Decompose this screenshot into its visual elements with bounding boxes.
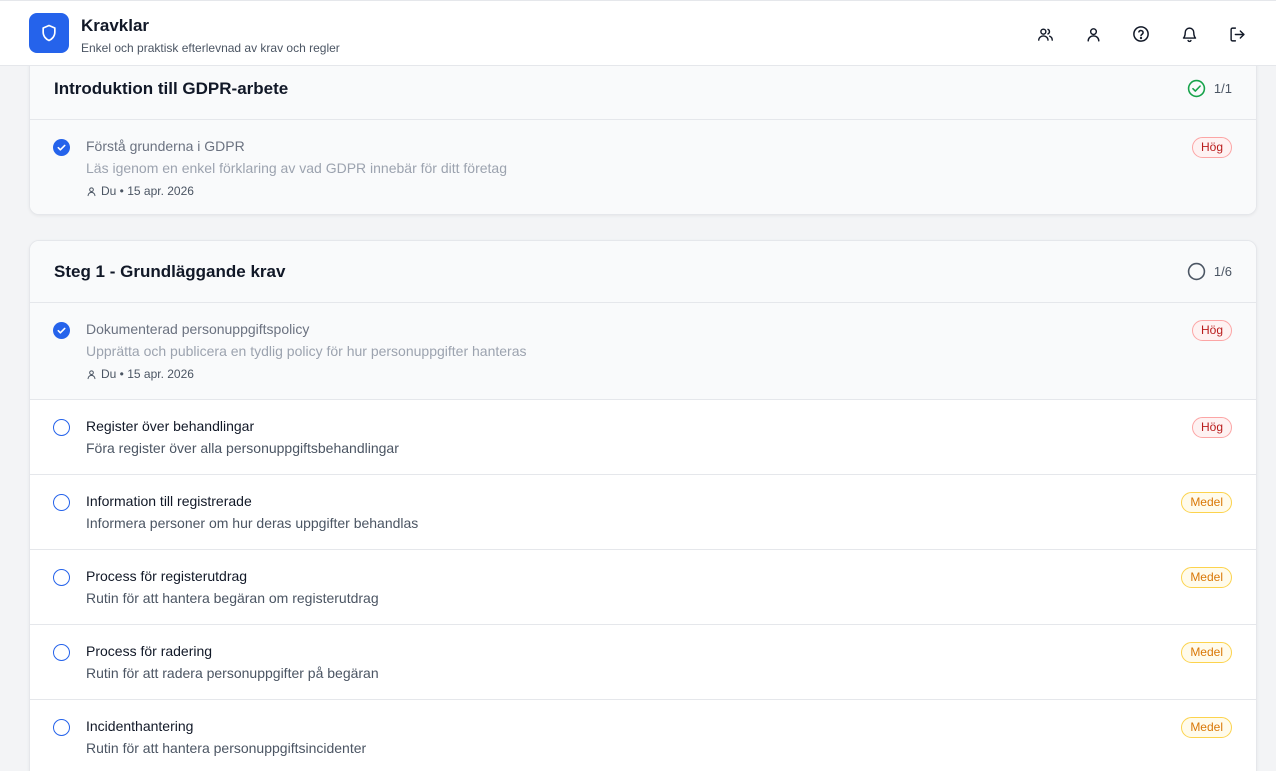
section-card-intro: Introduktion till GDPR-arbete 1/1 Förstå… <box>29 44 1257 215</box>
priority-badge: Hög <box>1191 320 1232 341</box>
check-circle-icon <box>1187 79 1206 98</box>
section-progress: 1/6 <box>1187 262 1232 281</box>
item-description: Föra register över alla personuppgiftsbe… <box>86 440 399 456</box>
logout-icon[interactable] <box>1225 22 1249 46</box>
item-title: Register över behandlingar <box>86 418 255 434</box>
priority-badge: Hög <box>1191 137 1232 158</box>
user-icon[interactable] <box>1081 22 1105 46</box>
user-small-icon <box>87 369 96 379</box>
item-title: Förstå grunderna i GDPR <box>86 138 245 154</box>
checkbox-unchecked-icon[interactable] <box>53 569 70 586</box>
app-subtitle: Enkel och praktisk efterlevnad av krav o… <box>81 41 340 55</box>
list-item[interactable]: Information till registrerade Informera … <box>30 475 1256 550</box>
item-description: Rutin för att hantera begäran om registe… <box>86 590 379 606</box>
item-description: Upprätta och publicera en tydlig policy … <box>86 343 527 359</box>
section-card-steg1: Steg 1 - Grundläggande krav 1/6 Dokument… <box>29 240 1257 771</box>
list-item[interactable]: Process för registerutdrag Rutin för att… <box>30 550 1256 625</box>
progress-count: 1/6 <box>1213 264 1232 279</box>
item-description: Rutin för att hantera personuppgiftsinci… <box>86 740 367 756</box>
item-title: Dokumenterad personuppgiftspolicy <box>86 321 310 337</box>
priority-badge: Medel <box>1181 642 1232 663</box>
app-title: Kravklar <box>81 16 150 35</box>
item-meta-text: Du • 15 apr. 2026 <box>101 367 194 381</box>
section-title: Steg 1 - Grundläggande krav <box>54 262 286 281</box>
priority-badge: Hög <box>1191 417 1232 438</box>
checkbox-checked-icon[interactable] <box>53 322 70 339</box>
users-icon[interactable] <box>1033 22 1057 46</box>
priority-badge: Medel <box>1181 492 1232 513</box>
item-description: Informera personer om hur deras uppgifte… <box>86 515 419 531</box>
item-title: Process för radering <box>86 643 213 659</box>
item-meta: Du • 15 apr. 2026 <box>86 367 194 381</box>
item-meta: Du • 15 apr. 2026 <box>86 184 194 198</box>
item-description: Rutin för att radera personuppgifter på … <box>86 665 379 681</box>
checkbox-unchecked-icon[interactable] <box>53 644 70 661</box>
progress-count: 1/1 <box>1213 81 1232 96</box>
checkbox-unchecked-icon[interactable] <box>53 719 70 736</box>
item-title: Information till registrerade <box>86 493 252 509</box>
item-title: Incidenthantering <box>86 718 194 734</box>
section-title: Introduktion till GDPR-arbete <box>54 79 289 98</box>
empty-circle-icon <box>1187 262 1206 281</box>
priority-badge: Medel <box>1181 717 1232 738</box>
item-title: Process för registerutdrag <box>86 568 248 584</box>
help-icon[interactable] <box>1129 22 1153 46</box>
list-item[interactable]: Dokumenterad personuppgiftspolicy Upprät… <box>30 303 1256 400</box>
item-description: Läs igenom en enkel förklaring av vad GD… <box>86 160 508 176</box>
priority-badge: Medel <box>1181 567 1232 588</box>
checkbox-unchecked-icon[interactable] <box>53 419 70 436</box>
bell-icon[interactable] <box>1177 22 1201 46</box>
list-item[interactable]: Register över behandlingar Föra register… <box>30 400 1256 475</box>
list-item[interactable]: Förstå grunderna i GDPR Läs igenom en en… <box>30 120 1256 214</box>
checkbox-checked-icon[interactable] <box>53 139 70 156</box>
item-meta-text: Du • 15 apr. 2026 <box>101 184 194 198</box>
list-item[interactable]: Incidenthantering Rutin för att hantera … <box>30 700 1256 771</box>
app-header: Kravklar Enkel och praktisk efterlevnad … <box>0 0 1276 66</box>
user-small-icon <box>87 186 96 196</box>
section-header[interactable]: Steg 1 - Grundläggande krav 1/6 <box>30 241 1256 303</box>
checkbox-unchecked-icon[interactable] <box>53 494 70 511</box>
list-item[interactable]: Process för radering Rutin för att rader… <box>30 625 1256 700</box>
shield-logo-icon <box>29 13 69 53</box>
section-progress: 1/1 <box>1187 79 1232 98</box>
